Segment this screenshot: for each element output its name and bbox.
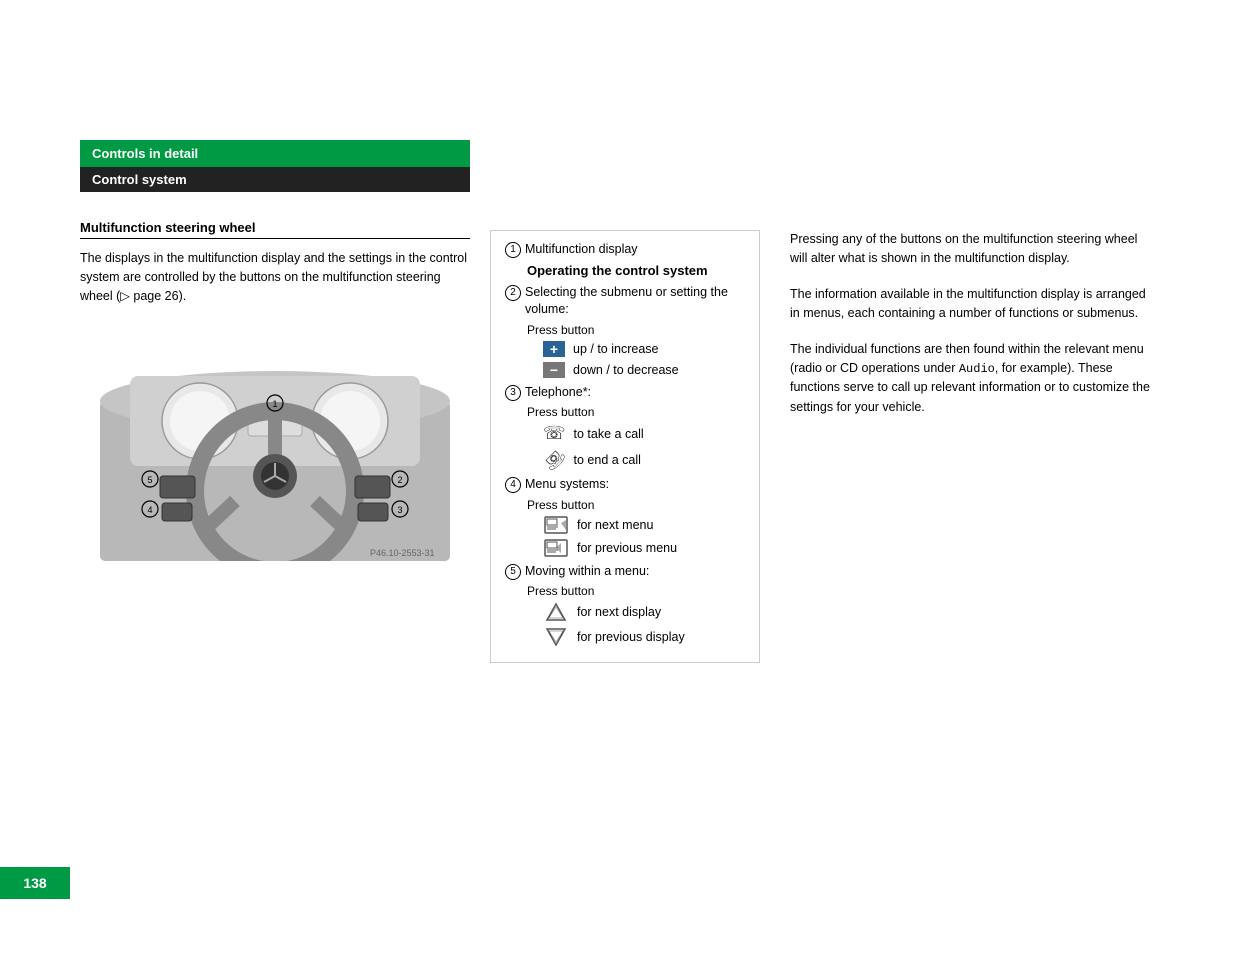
take-call-icon: ☏ xyxy=(543,423,566,444)
circle-3: 3 xyxy=(505,385,521,401)
circle-4: 4 xyxy=(505,477,521,493)
steering-wheel-svg: 1 2 3 4 5 P46.10-2553-31 xyxy=(100,321,450,561)
section-title: Multifunction steering wheel xyxy=(80,220,470,239)
right-para2-text: The information available in the multifu… xyxy=(790,287,1146,320)
section-title-text: Multifunction steering wheel xyxy=(80,220,256,235)
controls-in-detail-bar: Controls in detail xyxy=(80,140,470,167)
header-section: Controls in detail Control system xyxy=(80,140,470,192)
item3-end-row: ☏ to end a call xyxy=(505,449,745,470)
body-text-content: The displays in the multifunction displa… xyxy=(80,251,467,303)
circle-5: 5 xyxy=(505,564,521,580)
end-call-icon: ☏ xyxy=(539,444,570,475)
prev-display-icon xyxy=(543,627,569,647)
item-2-row: 2 Selecting the submenu or setting the v… xyxy=(505,284,745,319)
item3-press: Press button xyxy=(505,405,745,419)
item2-up-row: + up / to increase xyxy=(505,341,745,357)
item2-down-row: − down / to decrease xyxy=(505,362,745,378)
item1-sublabel: Operating the control system xyxy=(505,263,745,278)
item2-label-text: Selecting the submenu or setting the vol… xyxy=(525,285,728,317)
svg-text:3: 3 xyxy=(397,505,402,515)
minus-icon: − xyxy=(543,362,565,378)
prev-menu-icon xyxy=(543,539,569,557)
item5-label: Moving within a menu: xyxy=(525,563,649,581)
svg-text:2: 2 xyxy=(397,475,402,485)
item4-prev-row: for previous menu xyxy=(505,539,745,557)
item3-label-text: Telephone*: xyxy=(525,385,591,399)
item-5-row: 5 Moving within a menu: xyxy=(505,563,745,581)
plus-icon: + xyxy=(543,341,565,357)
right-content: Pressing any of the buttons on the multi… xyxy=(790,230,1150,433)
next-menu-icon xyxy=(543,516,569,534)
item4-next-row: for next menu xyxy=(505,516,745,534)
svg-text:P46.10-2553-31: P46.10-2553-31 xyxy=(370,548,435,558)
right-para-1: Pressing any of the buttons on the multi… xyxy=(790,230,1150,269)
item3-take-text: to take a call xyxy=(574,427,644,441)
item3-take-row: ☏ to take a call xyxy=(505,423,745,444)
page-number: 138 xyxy=(0,867,70,899)
item-4-row: 4 Menu systems: xyxy=(505,476,745,494)
circle-2: 2 xyxy=(505,285,521,301)
right-para-2: The information available in the multifu… xyxy=(790,285,1150,324)
item4-prev-text: for previous menu xyxy=(577,541,677,555)
item2-press-text: Press button xyxy=(527,323,594,337)
right-para-3: The individual functions are then found … xyxy=(790,340,1150,418)
item4-press: Press button xyxy=(505,498,745,512)
item1-sublabel-text: Operating the control system xyxy=(527,263,708,278)
item-3-row: 3 Telephone*: xyxy=(505,384,745,402)
item5-prev-text: for previous display xyxy=(577,630,685,644)
item2-up-text: up / to increase xyxy=(573,342,658,356)
item5-next-text: for next display xyxy=(577,605,661,619)
next-display-icon xyxy=(543,602,569,622)
item4-label: Menu systems: xyxy=(525,476,609,494)
item-1-row: 1 Multifunction display xyxy=(505,241,745,259)
item3-end-text: to end a call xyxy=(574,453,641,467)
item5-next-row: for next display xyxy=(505,602,745,622)
svg-text:1: 1 xyxy=(272,399,277,409)
svg-text:4: 4 xyxy=(147,505,152,515)
item2-press: Press button xyxy=(505,323,745,337)
svg-text:5: 5 xyxy=(147,475,152,485)
circle-1: 1 xyxy=(505,242,521,258)
page-number-text: 138 xyxy=(23,875,46,891)
item5-prev-row: for previous display xyxy=(505,627,745,647)
item4-label-text: Menu systems: xyxy=(525,477,609,491)
item3-press-text: Press button xyxy=(527,405,594,419)
steering-wheel-image: 1 2 3 4 5 P46.10-2553-31 xyxy=(100,321,450,561)
header-green-label: Controls in detail xyxy=(92,146,198,161)
left-content: Multifunction steering wheel The display… xyxy=(80,220,470,561)
item4-next-text: for next menu xyxy=(577,518,653,532)
right-para3-code: Audio xyxy=(959,362,995,376)
control-system-bar: Control system xyxy=(80,167,470,192)
item5-press: Press button xyxy=(505,584,745,598)
header-black-label: Control system xyxy=(92,172,187,187)
item1-label: Multifunction display xyxy=(525,241,638,259)
middle-box: 1 Multifunction display Operating the co… xyxy=(490,230,760,663)
item5-press-text: Press button xyxy=(527,584,594,598)
body-text: The displays in the multifunction displa… xyxy=(80,249,470,305)
item2-label: Selecting the submenu or setting the vol… xyxy=(525,284,745,319)
item5-label-text: Moving within a menu: xyxy=(525,564,649,578)
middle-content: 1 Multifunction display Operating the co… xyxy=(490,230,760,663)
item2-down-text: down / to decrease xyxy=(573,363,679,377)
item3-label: Telephone*: xyxy=(525,384,591,402)
item4-press-text: Press button xyxy=(527,498,594,512)
right-para1-text: Pressing any of the buttons on the multi… xyxy=(790,232,1137,265)
